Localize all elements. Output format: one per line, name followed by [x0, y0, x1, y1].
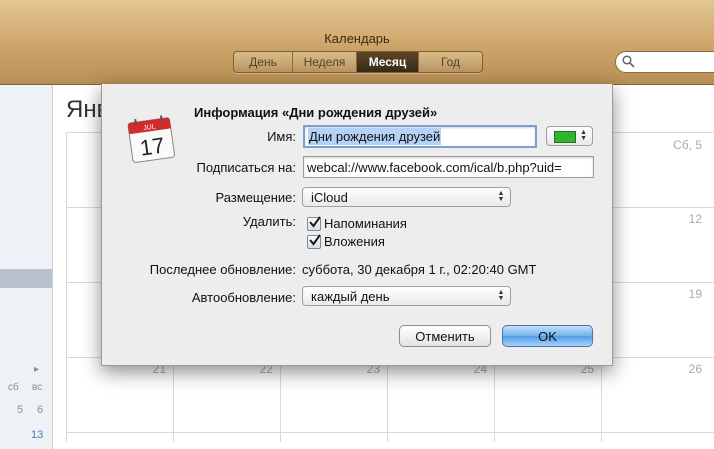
name-field[interactable]: Дни рождения друзей — [303, 125, 537, 148]
day-number: 26 — [688, 362, 702, 376]
grid-line — [66, 132, 67, 442]
search-icon — [622, 55, 635, 68]
popup-arrows-icon: ▲ ▼ — [497, 190, 505, 203]
day-number: 12 — [688, 212, 702, 226]
cancel-button[interactable]: Отменить — [399, 325, 491, 347]
view-year-button[interactable]: Год — [419, 52, 482, 72]
search-field[interactable] — [615, 51, 714, 73]
mini-calendar-next-icon[interactable]: ▸ — [34, 364, 39, 375]
toolbar: Календарь День Неделя Месяц Год — [0, 0, 714, 85]
autorefresh-value: каждый день — [311, 289, 390, 304]
view-month-button[interactable]: Месяц — [357, 52, 419, 72]
remove-reminders-label: Напоминания — [324, 216, 407, 231]
location-value: iCloud — [311, 190, 348, 205]
mini-calendar-day[interactable]: 5 — [17, 404, 23, 416]
last-update-label: Последнее обновление: — [149, 262, 296, 277]
view-segmented-control: День Неделя Месяц Год — [233, 51, 483, 73]
view-day-button[interactable]: День — [234, 52, 293, 72]
location-label: Размещение: — [215, 190, 296, 205]
mini-calendar-weekday: вс — [32, 382, 43, 393]
remove-label: Удалить: — [242, 214, 296, 229]
ok-button[interactable]: OK — [502, 325, 593, 347]
view-week-button[interactable]: Неделя — [293, 52, 357, 72]
remove-attachments-checkbox[interactable] — [307, 234, 321, 249]
window-title: Календарь — [324, 31, 390, 46]
remove-reminders-checkbox[interactable] — [307, 216, 321, 231]
day-number: 19 — [688, 287, 702, 301]
subscribe-label: Подписаться на: — [196, 160, 296, 175]
calendar-window: Календарь День Неделя Месяц Год ▸ сб вс … — [0, 0, 714, 449]
checkmark-icon — [309, 216, 321, 228]
sidebar: ▸ сб вс 5 6 13 — [0, 85, 53, 449]
name-label: Имя: — [267, 129, 296, 144]
location-popup[interactable]: iCloud ▲ ▼ — [302, 187, 511, 207]
mini-calendar-day[interactable]: 6 — [37, 404, 43, 416]
autorefresh-label: Автообновление: — [191, 290, 296, 305]
calendar-icon-day: 17 — [138, 132, 166, 160]
calendar-info-sheet: JUL 17 Информация «Дни рождения друзей» … — [101, 84, 613, 366]
color-swatch — [554, 131, 576, 143]
mini-calendar-day[interactable]: 13 — [31, 429, 43, 441]
sheet-title: Информация «Дни рождения друзей» — [194, 105, 438, 120]
checkmark-icon — [309, 234, 321, 246]
autorefresh-popup[interactable]: каждый день ▲ ▼ — [302, 286, 511, 306]
last-update-value: суббота, 30 декабря 1 г., 02:20:40 GMT — [302, 262, 537, 277]
grid-line — [66, 432, 714, 433]
remove-attachments-label: Вложения — [324, 234, 385, 249]
sidebar-selection[interactable] — [0, 269, 52, 288]
popup-arrows-icon: ▲ ▼ — [497, 289, 505, 302]
name-value: Дни рождения друзей — [308, 128, 442, 145]
subscribe-url-field[interactable]: webcal://www.facebook.com/ical/b.php?uid… — [303, 156, 594, 178]
color-picker[interactable]: ▲ ▼ — [546, 126, 593, 146]
weekday-header: Сб, 5 — [673, 138, 702, 152]
mini-calendar-weekday: сб — [8, 382, 19, 393]
popup-arrows-icon: ▲ ▼ — [580, 129, 587, 142]
